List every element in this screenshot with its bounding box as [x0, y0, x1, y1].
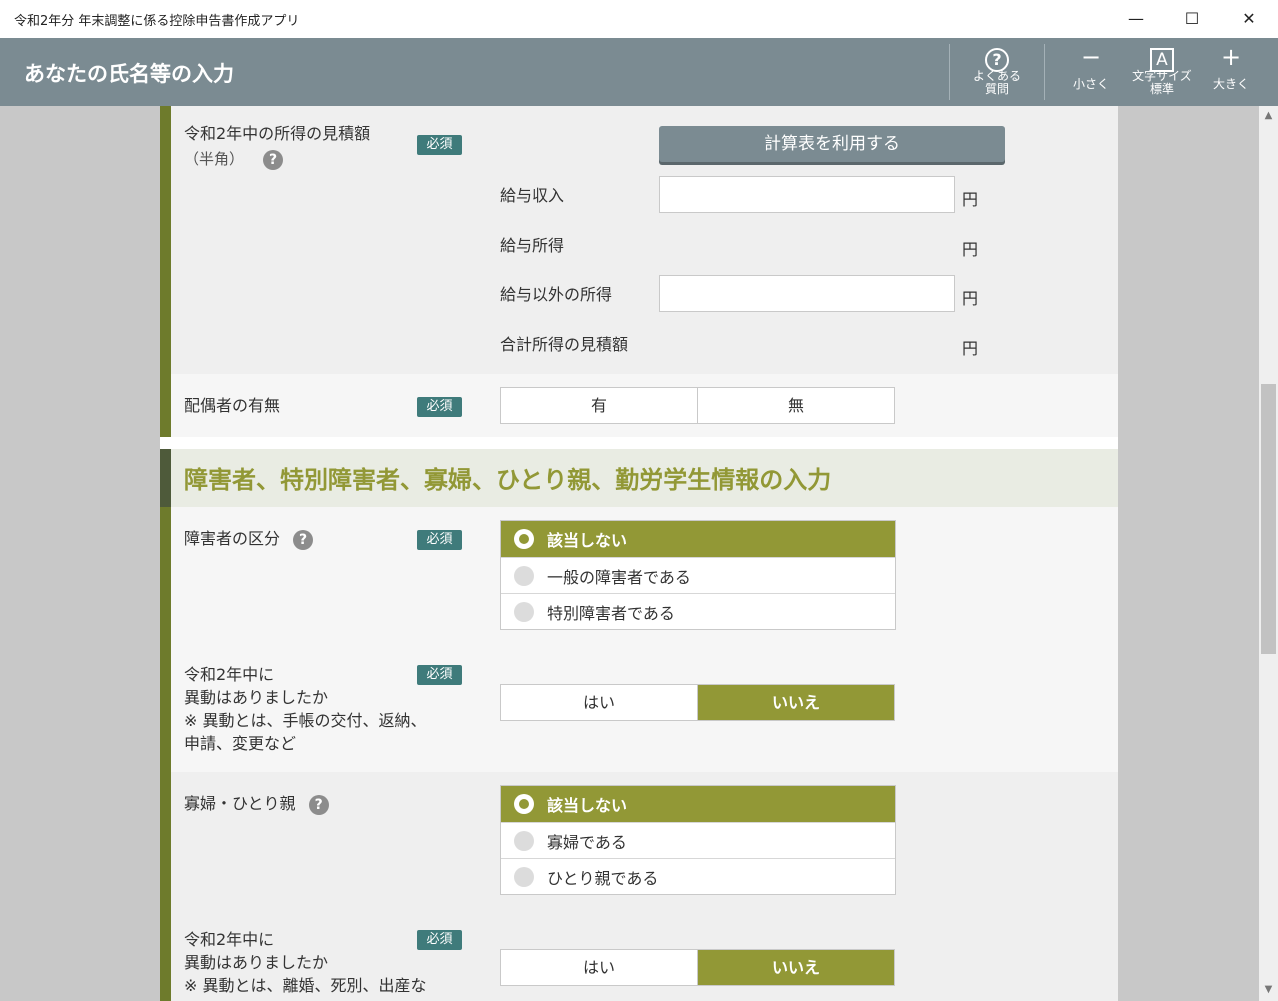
bigger-label: 大きく — [1212, 77, 1249, 91]
spouse-label: 配偶者の有無 — [184, 396, 281, 415]
radio-icon — [514, 565, 534, 586]
radio-icon — [514, 794, 534, 814]
section-accent-bar — [160, 106, 171, 437]
font-size-label-line2: 標準 — [1149, 82, 1174, 96]
header-divider — [949, 44, 950, 100]
main-content: 令和2年中の所得の見積額 （半角） ? 必須 計算表を利用する 給与収入 円 給… — [160, 106, 1118, 1001]
disability-option-special[interactable]: 特別障害者である — [501, 593, 895, 629]
disability-option-general[interactable]: 一般の障害者である — [501, 557, 895, 593]
disability-change-toggle: はい いいえ — [500, 684, 895, 721]
vertical-scrollbar[interactable]: ▲ ▼ — [1259, 106, 1278, 1001]
required-badge: 必須 — [417, 530, 462, 550]
income-estimate-section: 令和2年中の所得の見積額 （半角） ? 必須 計算表を利用する 給与収入 円 給… — [171, 106, 1118, 374]
section-gap — [160, 437, 1118, 449]
window-title-bar: 令和2年分 年末調整に係る控除申告書作成アプリ — ☐ ✕ — [0, 0, 1278, 38]
radio-icon — [514, 866, 534, 887]
scroll-thumb[interactable] — [1261, 384, 1276, 654]
widow-change-note1: ※ 異動とは、離婚、死別、出産な — [184, 976, 427, 995]
salary-deduction-label: 給与所得 — [500, 236, 565, 255]
section-heading-title: 障害者、特別障害者、寡婦、ひとり親、勤労学生情報の入力 — [184, 466, 832, 494]
radio-icon — [514, 601, 534, 622]
yen-unit: 円 — [962, 190, 979, 209]
disability-change-no[interactable]: いいえ — [697, 685, 894, 720]
close-icon[interactable]: ✕ — [1226, 0, 1272, 36]
widow-section: 寡婦・ひとり親 ? 該当しない 寡婦である ひとり親である 令和2年中に 異動は… — [171, 772, 1118, 1001]
income-estimate-label: 令和2年中の所得の見積額 — [184, 124, 371, 143]
yen-unit: 円 — [962, 289, 979, 308]
disability-option-none[interactable]: 該当しない — [501, 521, 895, 557]
yen-unit: 円 — [962, 339, 979, 358]
other-income-label: 給与以外の所得 — [500, 285, 613, 304]
text-bigger-button[interactable]: + 大きく — [1206, 44, 1256, 100]
radio-icon — [514, 830, 534, 851]
minus-icon: − — [1080, 43, 1102, 71]
font-size-label-line1: 文字サイズ — [1132, 69, 1192, 83]
required-badge: 必須 — [417, 397, 462, 417]
smaller-label: 小さく — [1072, 77, 1109, 91]
disability-label: 障害者の区分 — [184, 529, 281, 548]
yen-unit: 円 — [962, 240, 979, 259]
spouse-no-option[interactable]: 無 — [697, 388, 894, 423]
widow-change-toggle: はい いいえ — [500, 949, 895, 986]
scroll-up-icon[interactable]: ▲ — [1259, 108, 1278, 124]
spouse-yes-option[interactable]: 有 — [501, 388, 697, 423]
disability-radio-group: 該当しない 一般の障害者である 特別障害者である — [500, 520, 896, 630]
help-icon[interactable]: ? — [293, 529, 314, 550]
required-badge: 必須 — [417, 930, 462, 950]
other-income-input[interactable] — [659, 275, 955, 312]
disability-change-note2: 申請、変更など — [184, 734, 297, 753]
salary-income-input[interactable] — [659, 176, 955, 213]
widow-option-none[interactable]: 該当しない — [501, 786, 895, 822]
disability-section: 障害者の区分 ? 必須 該当しない 一般の障害者である 特別障害者である 令和2… — [171, 507, 1118, 772]
total-income-label: 合計所得の見積額 — [500, 335, 629, 354]
text-smaller-button[interactable]: − 小さく — [1064, 44, 1118, 100]
window-title: 令和2年分 年末調整に係る控除申告書作成アプリ — [14, 14, 300, 29]
widow-radio-group: 該当しない 寡婦である ひとり親である — [500, 785, 896, 895]
widow-change-no[interactable]: いいえ — [697, 950, 894, 985]
widow-option-single-parent[interactable]: ひとり親である — [501, 858, 895, 894]
spouse-section: 配偶者の有無 必須 有 無 — [171, 374, 1118, 437]
required-badge: 必須 — [417, 135, 462, 155]
help-icon[interactable]: ? — [308, 794, 329, 815]
font-size-button[interactable]: A 文字サイズ 標準 — [1126, 44, 1198, 100]
salary-income-label: 給与収入 — [500, 186, 565, 205]
widow-label: 寡婦・ひとり親 — [184, 794, 296, 813]
widow-change-line1: 令和2年中に — [184, 930, 275, 949]
disability-change-line1: 令和2年中に — [184, 665, 275, 684]
section-heading: 障害者、特別障害者、寡婦、ひとり親、勤労学生情報の入力 — [171, 449, 1118, 507]
section-accent-bar — [160, 449, 171, 507]
scroll-down-icon[interactable]: ▼ — [1259, 982, 1278, 998]
faq-label-line2: 質問 — [984, 82, 1009, 96]
half-width-note: （半角） — [184, 150, 245, 168]
minimize-icon[interactable]: — — [1113, 0, 1159, 36]
widow-change-yes[interactable]: はい — [501, 950, 697, 985]
disability-change-line2: 異動はありましたか — [184, 688, 329, 707]
header-divider — [1044, 44, 1045, 100]
widow-option-widow[interactable]: 寡婦である — [501, 822, 895, 858]
app-header: あなたの氏名等の入力 ? よくある 質問 − 小さく A 文字サイズ 標準 + … — [0, 38, 1278, 106]
faq-button[interactable]: ? よくある 質問 — [966, 44, 1028, 100]
page-title: あなたの氏名等の入力 — [24, 62, 234, 86]
radio-icon — [514, 529, 534, 549]
required-badge: 必須 — [417, 665, 462, 685]
maximize-icon[interactable]: ☐ — [1169, 0, 1215, 36]
widow-change-line2: 異動はありましたか — [184, 953, 329, 972]
help-icon[interactable]: ? — [263, 149, 284, 170]
use-calculation-table-button[interactable]: 計算表を利用する — [659, 126, 1005, 162]
plus-icon: + — [1220, 43, 1242, 71]
disability-change-note1: ※ 異動とは、手帳の交付、返納、 — [184, 711, 427, 730]
faq-label-line1: よくある — [972, 69, 1021, 83]
spouse-toggle: 有 無 — [500, 387, 895, 424]
section-accent-bar — [160, 507, 171, 1001]
disability-change-yes[interactable]: はい — [501, 685, 697, 720]
